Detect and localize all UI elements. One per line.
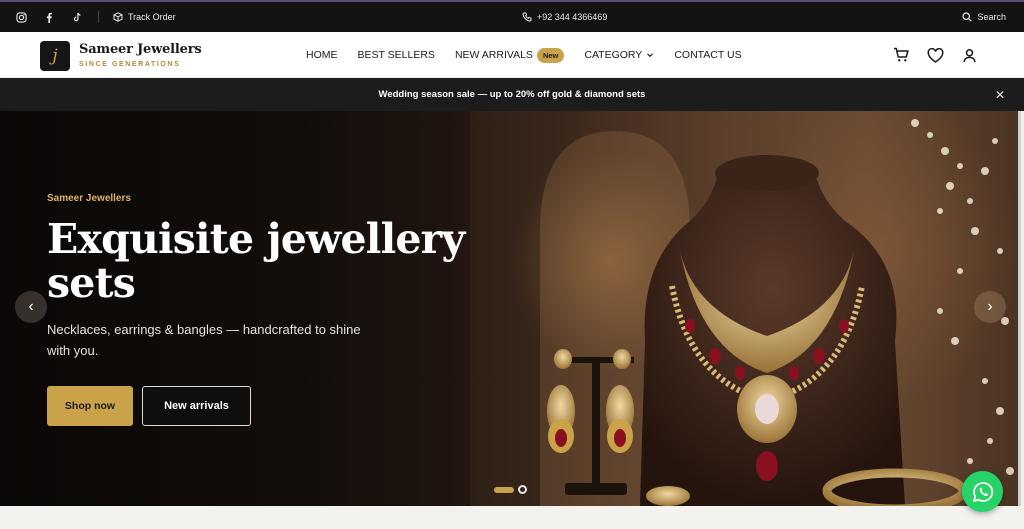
nav-best-sellers-label: BEST SELLERS: [357, 49, 435, 61]
promo-text: Wedding season sale — up to 20% off gold…: [378, 89, 646, 100]
nav-new-arrivals[interactable]: NEW ARRIVALS New: [454, 47, 565, 63]
slide-indicators: [494, 485, 527, 494]
box-icon: [113, 12, 123, 22]
new-arrivals-button[interactable]: New arrivals: [142, 386, 251, 426]
search-icon: [962, 12, 973, 22]
search-label: Search: [977, 12, 1006, 22]
tiktok-icon[interactable]: [70, 10, 84, 24]
nav-home-label: HOME: [306, 49, 338, 61]
nav-new-arrivals-label: NEW ARRIVALS: [454, 49, 533, 61]
brand-name[interactable]: Sameer Jewellers: [79, 42, 202, 57]
main-nav: HOME BEST SELLERS NEW ARRIVALS New CATEG…: [306, 32, 762, 78]
promo-bar: Wedding season sale — up to 20% off gold…: [0, 78, 1024, 111]
nav-category-label: CATEGORY: [584, 49, 643, 61]
topbar-search[interactable]: Search: [962, 2, 1006, 32]
hero-banner: Sameer Jewellers Exquisite jewellery set…: [0, 111, 1021, 506]
track-order-label: Track Order: [128, 12, 176, 22]
hero-title: Exquisite jewellery sets: [47, 215, 465, 307]
page: Track Order +92 344 4366469 Search j Sam…: [0, 0, 1024, 529]
below-hero-section: [0, 506, 1024, 529]
topbar-left: Track Order: [14, 2, 176, 32]
phone-number: +92 344 4366469: [537, 12, 608, 22]
topbar-divider: [98, 11, 99, 23]
chevron-down-icon: [647, 53, 654, 58]
chevron-left-icon: ‹: [28, 298, 34, 315]
top-utility-bar: Track Order +92 344 4366469 Search: [0, 0, 1024, 32]
whatsapp-button[interactable]: [962, 471, 1003, 512]
user-icon[interactable]: [960, 46, 978, 64]
shop-now-button[interactable]: Shop now: [47, 386, 133, 426]
facebook-icon[interactable]: [42, 10, 56, 24]
hero-eyebrow: Sameer Jewellers: [47, 193, 131, 204]
nav-contact-us-label: CONTACT US: [674, 49, 742, 61]
topbar-phone[interactable]: +92 344 4366469: [522, 2, 607, 32]
slide-dot[interactable]: [518, 485, 527, 494]
page-scrollbar[interactable]: [1018, 111, 1021, 506]
nav-home[interactable]: HOME: [306, 49, 338, 61]
chevron-right-icon: ›: [987, 298, 993, 315]
nav-best-sellers[interactable]: BEST SELLERS: [358, 49, 435, 61]
header-actions: [892, 32, 978, 78]
phone-icon: [522, 12, 532, 22]
new-badge: New: [536, 47, 565, 63]
jewellery-photo: [0, 111, 1014, 506]
close-icon[interactable]: ✕: [995, 88, 1005, 102]
nav-category[interactable]: CATEGORY: [584, 49, 654, 61]
logo-mark[interactable]: j: [40, 41, 70, 71]
slide-dot-active[interactable]: [494, 486, 514, 493]
nav-contact-us[interactable]: CONTACT US: [674, 49, 741, 61]
hero-subtitle: Necklaces, earrings & bangles — handcraf…: [47, 322, 361, 358]
heart-icon[interactable]: [926, 46, 944, 64]
site-header: j Sameer Jewellers SINCE GENERATIONS HOM…: [0, 32, 1024, 78]
next-slide-button[interactable]: ›: [974, 291, 1006, 323]
whatsapp-icon: [972, 481, 993, 502]
track-order-link[interactable]: Track Order: [113, 12, 176, 22]
instagram-icon[interactable]: [14, 10, 28, 24]
cart-icon[interactable]: [892, 46, 910, 64]
brand-tagline: SINCE GENERATIONS: [79, 61, 181, 68]
prev-slide-button[interactable]: ‹: [15, 291, 47, 323]
